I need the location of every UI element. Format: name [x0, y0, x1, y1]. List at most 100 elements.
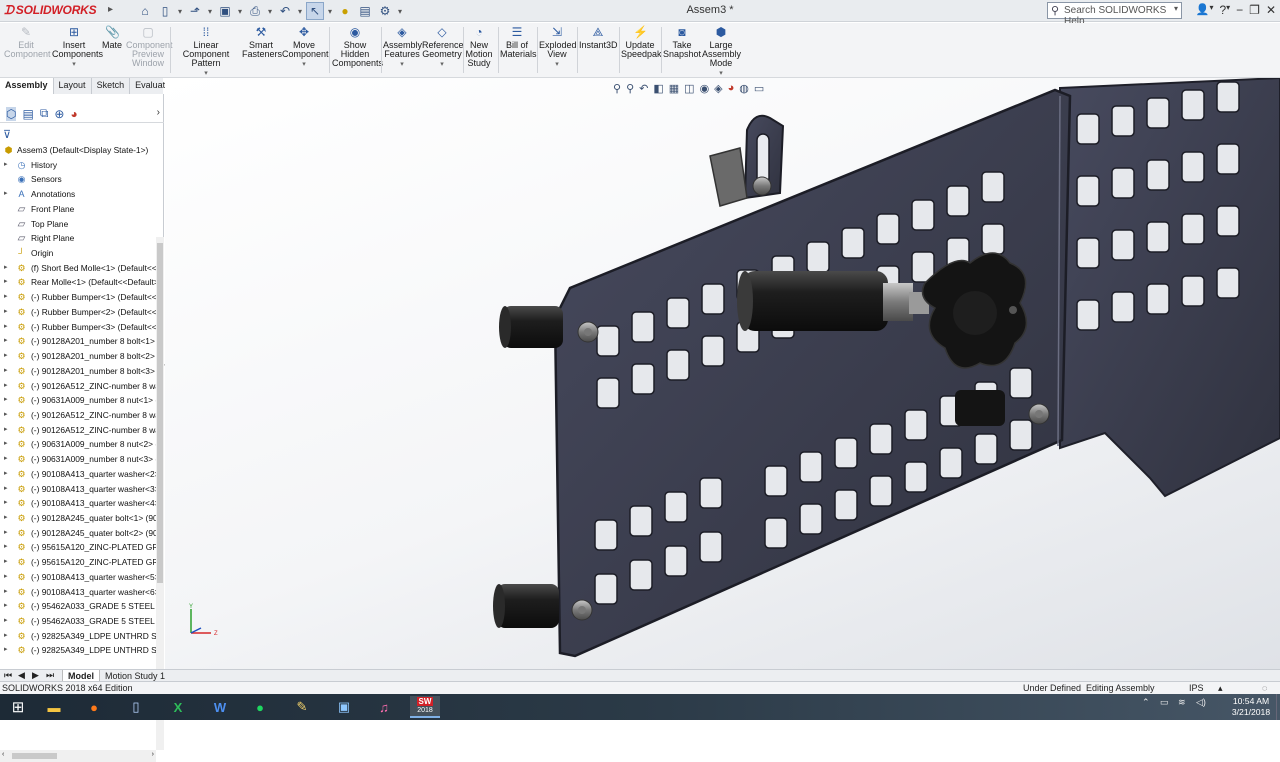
show-hidden-components-button[interactable]: ◉ Show Hidden Components	[332, 25, 383, 68]
save-icon[interactable]: ▣	[216, 2, 234, 20]
tree-item[interactable]: ▸ ⚙ (-) 95615A120_ZINC-PLATED GRAD	[0, 555, 156, 570]
move-component-button[interactable]: ✥ Move Component ▾	[282, 25, 329, 69]
close-icon[interactable]: ✕	[1266, 3, 1276, 17]
display-manager-icon[interactable]: ◕	[70, 107, 77, 121]
new-motion-study-button[interactable]: ◔ New Motion Study	[464, 25, 494, 68]
expand-arrow-icon[interactable]: ▸	[4, 452, 8, 467]
hex-nut-top-left[interactable]	[577, 321, 599, 343]
scroll-right-icon[interactable]: ›	[152, 751, 154, 758]
word-icon[interactable]: W	[206, 696, 234, 718]
tree-item[interactable]: ▸ ⚙ (-) Rubber Bumper<1> (Default<<	[0, 290, 156, 305]
battery-icon[interactable]: ▭	[1160, 697, 1169, 708]
dropdown-arrow-icon[interactable]: ▾	[172, 69, 240, 78]
insert-components-button[interactable]: ⊞ Insert Components ▾	[52, 25, 103, 69]
home-icon[interactable]: ⌂	[136, 2, 154, 20]
property-manager-icon[interactable]: ▤	[22, 107, 33, 121]
mate-button[interactable]: 📎 Mate	[100, 25, 124, 50]
tree-item[interactable]: ▸ ⚙ (-) 90108A413_quarter washer<4> (	[0, 496, 156, 511]
tree-item[interactable]: ▸ ⚙ (-) 90126A512_ZINC-number 8 was	[0, 408, 156, 423]
tree-item[interactable]: ┘ Origin	[0, 246, 156, 261]
reference-geometry-button[interactable]: ◇ Reference Geometry ▾	[422, 25, 464, 69]
help-icon[interactable]: ?	[1219, 3, 1226, 17]
update-speedpak-button[interactable]: ⚡ Update Speedpak	[621, 25, 662, 59]
file-properties-icon[interactable]: ▤	[356, 2, 374, 20]
feature-manager-icon[interactable]: ⬡	[6, 106, 17, 121]
tree-item[interactable]: ▸ ⚙ (-) 90128A201_number 8 bolt<3> (	[0, 364, 156, 379]
help-dropdown-icon[interactable]: ▾	[1226, 3, 1230, 17]
exploded-view-button[interactable]: ⇲ Exploded View ▾	[539, 25, 577, 69]
tree-horizontal-scrollbar[interactable]: ‹ ›	[0, 750, 156, 762]
select-icon[interactable]: ↖	[306, 2, 324, 20]
itunes-icon[interactable]: ♫	[370, 696, 398, 718]
tab-assembly[interactable]: Assembly	[0, 78, 54, 94]
expand-arrow-icon[interactable]: ▸	[4, 555, 8, 570]
expand-arrow-icon[interactable]: ▸	[4, 275, 8, 290]
tree-item[interactable]: ▸ ⚙ (-) 90108A413_quarter washer<5> (	[0, 570, 156, 585]
dropdown-arrow-icon[interactable]: ▾	[282, 60, 326, 69]
save-dropdown-icon[interactable]: ▾	[236, 2, 244, 20]
tree-item[interactable]: ▸ ⚙ (-) 90128A245_quater bolt<2> (901	[0, 526, 156, 541]
tab-layout[interactable]: Layout	[54, 78, 92, 94]
tray-expand-icon[interactable]: ⌃	[1142, 697, 1150, 708]
firefox-icon[interactable]: ●	[80, 696, 108, 718]
tree-item[interactable]: ▸ ⚙ (-) 90631A009_number 8 nut<2> (9	[0, 437, 156, 452]
rubber-bumper-top[interactable]	[499, 306, 563, 348]
minimize-icon[interactable]: −	[1236, 3, 1243, 17]
component-preview-window-button[interactable]: ▢ Component Preview Window	[126, 25, 173, 68]
new-document-icon[interactable]: ▯	[156, 2, 174, 20]
system-clock[interactable]: 10:54 AM 3/21/2018	[1226, 696, 1276, 718]
expand-arrow-icon[interactable]: ▸	[4, 334, 8, 349]
tree-item[interactable]: ▸ ⚙ (-) 90126A512_ZINC-number 8 was	[0, 423, 156, 438]
expand-arrow-icon[interactable]: ▸	[4, 629, 8, 644]
expand-arrow-icon[interactable]: ▸	[4, 423, 8, 438]
large-assembly-mode-button[interactable]: ⬢ Large Assembly Mode ▾	[702, 25, 741, 78]
tree-root[interactable]: ⬢ Assem3 (Default<Display State-1>)	[0, 143, 156, 158]
volume-icon[interactable]: ◁)	[1196, 697, 1206, 708]
dropdown-arrow-icon[interactable]: ▾	[422, 60, 462, 69]
tree-item[interactable]: ▸ ⚙ (-) 90126A512_ZINC-number 8 was	[0, 379, 156, 394]
expand-arrow-icon[interactable]: ▸	[4, 187, 8, 202]
assembly-features-button[interactable]: ◈ Assembly Features ▾	[383, 25, 422, 69]
help-search-input[interactable]: ⚲ Search SOLIDWORKS Help ▾	[1047, 2, 1182, 27]
expand-arrow-icon[interactable]: ▸	[4, 305, 8, 320]
tree-item[interactable]: ▸ A Annotations	[0, 187, 156, 202]
tree-item[interactable]: ▸ ⚙ (-) 90128A201_number 8 bolt<1> (	[0, 334, 156, 349]
tree-item[interactable]: ▱ Top Plane	[0, 217, 156, 232]
print-dropdown-icon[interactable]: ▾	[266, 2, 274, 20]
tree-item[interactable]: ▸ ⚙ (-) 90128A201_number 8 bolt<2> (	[0, 349, 156, 364]
scroll-left-icon[interactable]: ‹	[2, 751, 4, 758]
remote-desktop-icon[interactable]: ▣	[330, 696, 358, 718]
tree-item[interactable]: ▸ ⚙ (-) 90128A245_quater bolt<1> (901	[0, 511, 156, 526]
tree-item[interactable]: ▸ ⚙ (-) 92825A349_LDPE UNTHRD SPA(	[0, 643, 156, 658]
smart-fasteners-button[interactable]: ⚒ Smart Fasteners	[242, 25, 282, 59]
expand-arrow-icon[interactable]: ▸	[4, 364, 8, 379]
tree-item[interactable]: ▸ ⚙ (-) Rubber Bumper<2> (Default<<	[0, 305, 156, 320]
spotify-icon[interactable]: ●	[246, 696, 274, 718]
user-icon[interactable]: 👤	[1196, 3, 1210, 17]
tree-item[interactable]: ▸ ⚙ (-) 90108A413_quarter washer<6> (	[0, 585, 156, 600]
tree-item[interactable]: ▸ ⚙ (-) 90108A413_quarter washer<3> (	[0, 482, 156, 497]
expand-arrow-icon[interactable]: ▸	[4, 467, 8, 482]
dimxpert-icon[interactable]: ⊕	[54, 107, 64, 121]
tree-item[interactable]: ▸ ⚙ (-) 90108A413_quarter washer<2> (	[0, 467, 156, 482]
tree-item[interactable]: ▸ ◷ History	[0, 158, 156, 173]
expand-arrow-icon[interactable]: ▸	[4, 614, 8, 629]
expand-arrow-icon[interactable]: ▸	[4, 261, 8, 276]
prev-tab-icon[interactable]: ◀	[18, 670, 25, 681]
expand-arrow-icon[interactable]: ▸	[4, 540, 8, 555]
expand-arrow-icon[interactable]: ▸	[4, 408, 8, 423]
restore-icon[interactable]: ❐	[1249, 3, 1260, 17]
expand-arrow-icon[interactable]: ▸	[4, 585, 8, 600]
select-dropdown-icon[interactable]: ▾	[326, 2, 334, 20]
tree-item[interactable]: ▸ ⚙ (-) 95462A033_GRADE 5 STEEL HEX	[0, 599, 156, 614]
expand-arrow-icon[interactable]: ▸	[4, 437, 8, 452]
instant3d-button[interactable]: ⟁ Instant3D	[579, 25, 618, 50]
next-tab-icon[interactable]: ▶	[32, 670, 39, 681]
expand-arrow-icon[interactable]: ▸	[4, 393, 8, 408]
solidworks-logo[interactable]: ᗪ SOLIDWORKS	[4, 3, 97, 18]
dropdown-arrow-icon[interactable]: ▾	[52, 60, 96, 69]
configuration-manager-icon[interactable]: ⧉	[40, 106, 49, 121]
expand-arrow-icon[interactable]: ▸	[4, 320, 8, 335]
undo-dropdown-icon[interactable]: ▾	[296, 2, 304, 20]
rebuild-icon[interactable]: ●	[336, 2, 354, 20]
